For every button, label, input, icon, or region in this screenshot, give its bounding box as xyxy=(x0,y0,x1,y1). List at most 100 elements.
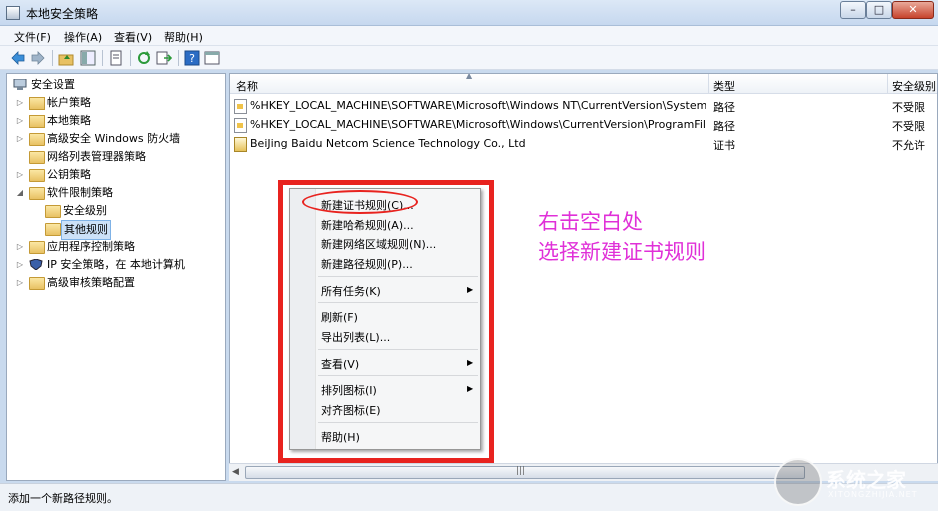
certificate-rule-icon xyxy=(234,137,247,152)
console-icon[interactable] xyxy=(204,50,220,66)
status-text: 添加一个新路径规则。 xyxy=(8,492,118,505)
folder-icon xyxy=(29,151,45,164)
back-arrow-icon[interactable] xyxy=(10,50,26,66)
menu-separator xyxy=(318,375,478,376)
menu-separator xyxy=(318,349,478,350)
menu-bar: 文件(F) 操作(A) 查看(V) 帮助(H) xyxy=(0,26,938,46)
list-row[interactable]: BeiJing Baidu Netcom Science Technology … xyxy=(230,134,937,153)
rule-type: 路径 xyxy=(713,101,735,114)
tree-label: 安全级别 xyxy=(63,204,107,217)
tree-pane: 安全设置 ▷ 帐户策略 ▷ 本地策略 ▷ 高级安全 Windows 防火墙 网络… xyxy=(6,73,226,481)
folder-icon xyxy=(29,133,45,146)
folder-icon xyxy=(45,205,61,218)
rule-name: BeiJing Baidu Netcom Science Technology … xyxy=(250,137,526,150)
tree-label-selected: 其他规则 xyxy=(61,220,111,240)
tree-item-advanced-audit[interactable]: ▷ 高级审核策略配置 xyxy=(15,274,221,292)
tree-item-network-list[interactable]: 网络列表管理器策略 xyxy=(15,148,221,166)
show-tree-icon[interactable] xyxy=(80,50,96,66)
list-header: 名称 ▲ 类型 安全级别 xyxy=(230,73,937,94)
menu-item-help[interactable]: 帮助(H) xyxy=(321,429,360,445)
tree-root-security-settings[interactable]: 安全设置 xyxy=(11,76,221,94)
menu-action[interactable]: 操作(A) xyxy=(64,29,102,45)
annotation-line-1: 右击空白处 xyxy=(538,210,643,234)
window-title: 本地安全策略 xyxy=(26,7,99,21)
scrollbar-grip: ||| xyxy=(516,466,526,476)
tree-item-security-levels[interactable]: 安全级别 xyxy=(31,202,221,220)
sort-ascending-icon: ▲ xyxy=(466,73,473,80)
close-button[interactable]: ✕ xyxy=(892,1,934,19)
app-icon xyxy=(6,6,20,20)
menu-item-new-hash-rule[interactable]: 新建哈希规则(A)... xyxy=(321,217,414,233)
submenu-arrow-icon: ▶ xyxy=(467,285,474,294)
submenu-arrow-icon: ▶ xyxy=(467,384,474,393)
menu-view[interactable]: 查看(V) xyxy=(114,29,152,45)
menu-item-export-list[interactable]: 导出列表(L)... xyxy=(321,329,390,345)
tree-item-software-restriction[interactable]: ◢ 软件限制策略 xyxy=(15,184,221,202)
expand-arrow-icon[interactable]: ▷ xyxy=(15,256,25,274)
toolbar-separator xyxy=(52,50,53,66)
menu-file[interactable]: 文件(F) xyxy=(14,29,51,45)
policy-folder-icon xyxy=(29,97,45,110)
menu-item-new-zone-rule[interactable]: 新建网络区域规则(N)... xyxy=(321,236,436,252)
tree-item-account-policy[interactable]: ▷ 帐户策略 xyxy=(15,94,221,112)
forward-arrow-icon[interactable] xyxy=(30,50,46,66)
context-menu: 新建证书规则(C)... 新建哈希规则(A)... 新建网络区域规则(N)...… xyxy=(289,188,481,450)
shield-icon xyxy=(29,259,43,270)
expand-arrow-icon[interactable]: ▷ xyxy=(15,112,25,130)
tree-item-applocker[interactable]: ▷ 应用程序控制策略 xyxy=(15,238,221,256)
folder-icon xyxy=(45,223,61,236)
column-divider[interactable] xyxy=(708,74,709,94)
expand-arrow-icon[interactable]: ▷ xyxy=(15,238,25,256)
column-divider[interactable] xyxy=(887,74,888,94)
export-list-icon[interactable] xyxy=(156,50,172,66)
tree-item-local-policy[interactable]: ▷ 本地策略 xyxy=(15,112,221,130)
properties-icon[interactable] xyxy=(108,50,124,66)
tree-item-public-key[interactable]: ▷ 公钥策略 xyxy=(15,166,221,184)
expand-arrow-icon[interactable]: ▷ xyxy=(15,130,25,148)
submenu-arrow-icon: ▶ xyxy=(467,358,474,367)
tree-item-ip-security[interactable]: ▷ IP 安全策略，在 本地计算机 xyxy=(15,256,221,274)
help-icon[interactable]: ? xyxy=(184,50,200,66)
rule-level: 不允许 xyxy=(892,139,925,152)
menu-item-arrange-icons[interactable]: 排列图标(I) xyxy=(321,382,377,398)
menu-item-refresh[interactable]: 刷新(F) xyxy=(321,309,358,325)
tree-item-additional-rules[interactable]: 其他规则 xyxy=(31,220,221,240)
tree-item-firewall[interactable]: ▷ 高级安全 Windows 防火墙 xyxy=(15,130,221,148)
svg-text:?: ? xyxy=(189,52,195,65)
list-row[interactable]: %HKEY_LOCAL_MACHINE\SOFTWARE\Microsoft\W… xyxy=(230,115,937,134)
watermark-logo xyxy=(774,458,822,506)
column-header-name[interactable]: 名称 xyxy=(236,78,258,94)
rule-type: 证书 xyxy=(713,139,735,152)
toolbar-separator xyxy=(102,50,103,66)
path-rule-icon xyxy=(234,99,247,114)
menu-help[interactable]: 帮助(H) xyxy=(164,29,203,45)
up-folder-icon[interactable] xyxy=(58,50,74,66)
list-row[interactable]: %HKEY_LOCAL_MACHINE\SOFTWARE\Microsoft\W… xyxy=(230,96,937,115)
menu-item-view[interactable]: 查看(V) xyxy=(321,356,359,372)
scrollbar-thumb[interactable]: ||| xyxy=(245,466,805,479)
expand-arrow-icon[interactable]: ▷ xyxy=(15,274,25,292)
path-rule-icon xyxy=(234,118,247,133)
column-header-type[interactable]: 类型 xyxy=(713,78,735,94)
open-folder-icon xyxy=(29,187,45,200)
menu-item-new-path-rule[interactable]: 新建路径规则(P)... xyxy=(321,256,413,272)
menu-separator xyxy=(318,276,478,277)
scroll-left-icon[interactable]: ◀ xyxy=(232,467,239,477)
minimize-button[interactable]: – xyxy=(840,1,866,19)
refresh-icon[interactable] xyxy=(136,50,152,66)
collapse-arrow-icon[interactable]: ◢ xyxy=(15,184,25,202)
expand-arrow-icon[interactable]: ▷ xyxy=(15,94,25,112)
maximize-button[interactable]: □ xyxy=(866,1,892,19)
tree-label: 软件限制策略 xyxy=(47,186,113,199)
menu-item-line-up-icons[interactable]: 对齐图标(E) xyxy=(321,402,381,418)
title-bar: 本地安全策略 xyxy=(0,0,938,26)
tree-label: 应用程序控制策略 xyxy=(47,240,135,253)
expand-arrow-icon[interactable]: ▷ xyxy=(15,166,25,184)
tree-label: 高级审核策略配置 xyxy=(47,276,135,289)
column-header-level[interactable]: 安全级别 xyxy=(892,78,936,94)
tree-label: 安全设置 xyxy=(31,78,75,91)
policy-folder-icon xyxy=(29,115,45,128)
tree-label: 帐户策略 xyxy=(47,96,91,109)
menu-item-all-tasks[interactable]: 所有任务(K) xyxy=(321,283,381,299)
tree-label: 本地策略 xyxy=(47,114,91,127)
